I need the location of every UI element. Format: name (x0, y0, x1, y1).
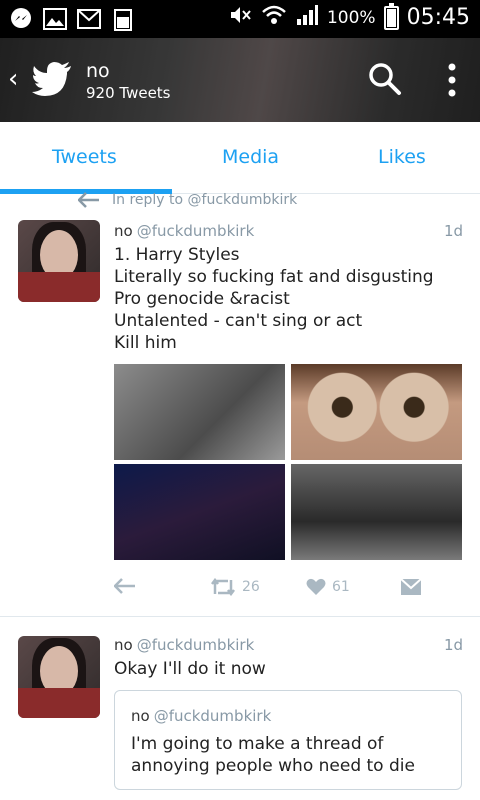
tweet-line: Untalented - can't sing or act (114, 311, 363, 331)
quoted-author-handle: @fuckdumbkirk (153, 707, 272, 725)
heart-icon (306, 578, 326, 595)
reply-to-text: In reply to @fuckdumbkirk (112, 192, 298, 208)
quoted-author-name: no (131, 707, 150, 725)
reply-context[interactable]: In reply to @fuckdumbkirk (78, 192, 297, 208)
battery-percent: 100% (326, 7, 376, 28)
quoted-author: no @fuckdumbkirk (131, 707, 271, 725)
tweet-line: Literally so fucking fat and disgusting (114, 267, 434, 287)
quoted-body: I'm going to make a thread of annoying p… (131, 733, 415, 777)
media-photo[interactable] (114, 364, 285, 460)
twitter-bird-icon[interactable] (32, 62, 72, 96)
author-name: no (114, 636, 133, 654)
status-bar: 100% 05:45 (0, 0, 480, 38)
profile-header: ‹ no 920 Tweets (0, 38, 480, 122)
media-grid (114, 364, 462, 560)
tab-tweets[interactable]: Tweets (52, 146, 117, 168)
avatar[interactable] (18, 636, 100, 718)
media-photo[interactable] (291, 464, 462, 560)
profile-name: no (86, 60, 110, 82)
tweet-body: Okay I'll do it now (114, 659, 266, 679)
tab-likes[interactable]: Likes (378, 146, 426, 168)
profile-tabs: Tweets Media Likes (0, 122, 480, 194)
media-photo[interactable] (114, 464, 285, 560)
retweet-count: 26 (242, 579, 260, 595)
tweet-divider (0, 616, 480, 617)
retweet-icon (211, 578, 235, 596)
tweet-author[interactable]: no @fuckdumbkirk (114, 636, 254, 654)
gallery-icon (42, 6, 68, 32)
notification-icons (8, 6, 136, 32)
messenger-icon (8, 6, 34, 32)
tweet-line: Pro genocide &racist (114, 289, 290, 309)
more-options-icon[interactable] (444, 62, 460, 98)
avatar[interactable] (18, 220, 100, 302)
tweet-time: 1d (444, 222, 464, 240)
tab-media[interactable]: Media (222, 146, 279, 168)
author-handle: @fuckdumbkirk (136, 636, 255, 654)
quoted-line: annoying people who need to die (131, 756, 415, 776)
tweet-body: 1. Harry Styles Literally so fucking fat… (114, 244, 434, 354)
tweet-time: 1d (444, 636, 464, 654)
reply-arrow-icon (78, 192, 99, 208)
like-count: 61 (332, 579, 350, 595)
tweet-line: Kill him (114, 333, 177, 353)
like-button[interactable]: 61 (306, 578, 350, 596)
reply-button[interactable] (114, 578, 136, 594)
media-photo[interactable] (291, 364, 462, 460)
tweet-author[interactable]: no @fuckdumbkirk (114, 222, 254, 240)
mute-icon (229, 4, 253, 31)
battery-icon (383, 2, 399, 30)
clock: 05:45 (406, 5, 470, 30)
author-handle: @fuckdumbkirk (136, 222, 255, 240)
retweet-button[interactable]: 26 (210, 578, 260, 596)
search-icon[interactable] (368, 62, 402, 96)
quoted-line: I'm going to make a thread of (131, 734, 384, 754)
battery-small-icon (110, 6, 136, 32)
wifi-icon (261, 4, 287, 31)
tweet-line: 1. Harry Styles (114, 245, 240, 265)
tweet-actions: 26 61 (114, 578, 462, 602)
mail-icon (76, 6, 102, 32)
envelope-icon (400, 578, 422, 595)
back-button[interactable]: ‹ (8, 64, 18, 94)
reply-icon (114, 578, 135, 594)
quoted-tweet[interactable]: no @fuckdumbkirk I'm going to make a thre… (114, 690, 462, 790)
author-name: no (114, 222, 133, 240)
direct-message-button[interactable] (400, 578, 422, 596)
tweet-count: 920 Tweets (86, 84, 171, 102)
signal-icon (295, 4, 319, 31)
